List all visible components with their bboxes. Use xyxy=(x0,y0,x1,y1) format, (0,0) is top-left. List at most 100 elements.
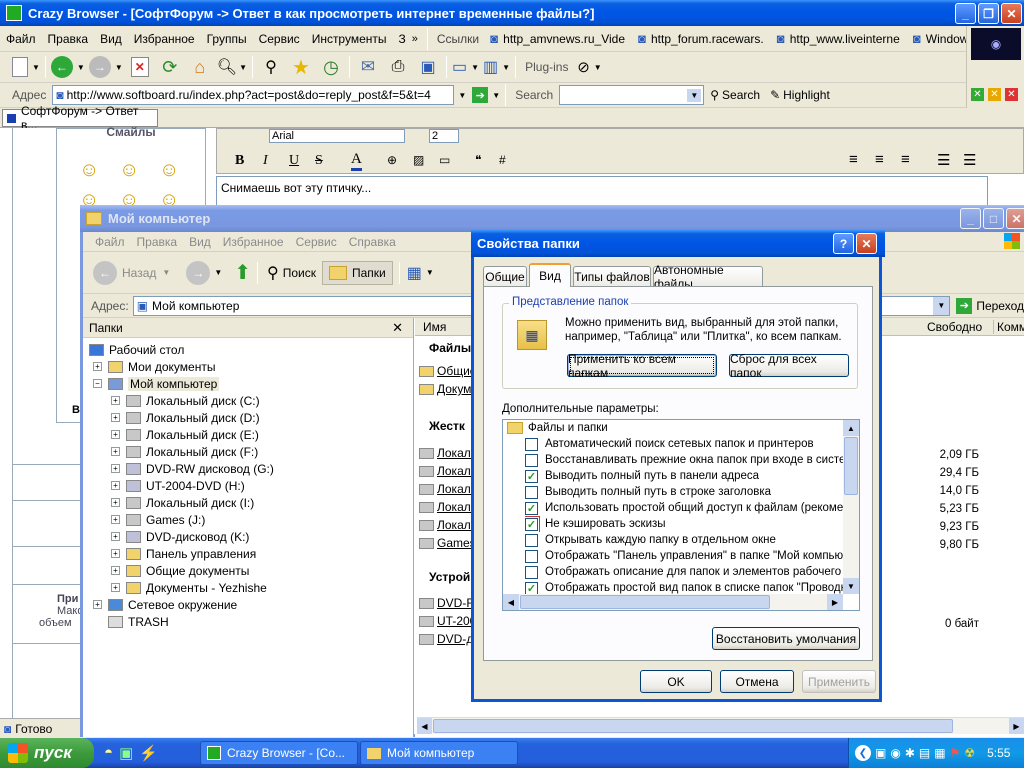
apply-button[interactable]: Применить xyxy=(802,670,876,693)
expand-icon[interactable]: + xyxy=(111,515,120,524)
plugins-button[interactable]: ⊘ ▼ xyxy=(576,54,602,80)
stop-button[interactable]: ✕ xyxy=(127,54,153,80)
reset-all-folders-button[interactable]: Сброс для всех папок xyxy=(729,352,849,380)
close-icon[interactable]: ✕ xyxy=(392,320,403,336)
minimize-button[interactable]: _ xyxy=(955,3,976,24)
list-bullet-icon[interactable]: ☰ xyxy=(963,151,976,169)
checkbox[interactable] xyxy=(525,437,538,451)
tree-item[interactable]: + Локальный диск (I:) xyxy=(111,494,254,511)
help-button[interactable]: ? xyxy=(833,233,854,254)
close-button[interactable]: ✕ xyxy=(1006,208,1024,229)
checkbox[interactable]: ✓ xyxy=(525,516,540,532)
list-item[interactable]: Локаль xyxy=(419,444,477,462)
image-icon[interactable]: ▨ xyxy=(413,153,424,167)
bold-button[interactable]: B xyxy=(235,153,244,169)
search-button[interactable]: ⚲ xyxy=(258,54,284,80)
app-icon[interactable]: ⚡ xyxy=(139,744,158,762)
checkbox[interactable] xyxy=(525,533,538,547)
tree-item[interactable]: + DVD-дисковод (K:) xyxy=(111,528,249,545)
tree-item[interactable]: + Локальный диск (F:) xyxy=(111,443,258,460)
checkbox[interactable]: ✓ xyxy=(525,469,538,483)
cancel-button[interactable]: Отмена xyxy=(720,670,794,693)
ok-button[interactable]: OK xyxy=(640,670,712,693)
code-icon[interactable]: # xyxy=(499,153,506,167)
size-select[interactable]: 2 xyxy=(429,129,459,143)
list-item[interactable]: Локаль xyxy=(419,480,477,498)
underline-button[interactable]: U xyxy=(289,153,299,169)
align-left-icon[interactable]: ≡ xyxy=(849,151,858,168)
expand-icon[interactable]: + xyxy=(93,362,102,371)
option-row[interactable]: Выводить полный путь в строке заголовка xyxy=(525,484,857,500)
menu-file[interactable]: Файл xyxy=(89,235,131,249)
link-4[interactable]: ◙ Windows xyxy=(908,30,975,48)
smiley-icon[interactable]: ☺ xyxy=(159,159,179,182)
chevron-down-icon[interactable]: ▼ xyxy=(933,296,950,315)
vertical-scrollbar[interactable]: ▲ ▼ xyxy=(843,420,859,594)
minimize-button[interactable]: _ xyxy=(960,208,981,229)
zoom-button[interactable]: 🔍︎ ▼ xyxy=(217,54,247,80)
menu-file[interactable]: Файл xyxy=(0,32,42,46)
tree-item[interactable]: − Мой компьютер xyxy=(93,375,220,392)
menu-edit[interactable]: Правка xyxy=(42,32,95,46)
checkbox[interactable]: ✓ xyxy=(525,581,538,595)
new-page-button[interactable]: ▼ xyxy=(12,54,40,80)
list-item[interactable]: Локаль xyxy=(419,462,477,480)
up-button[interactable]: ⬆ xyxy=(234,260,251,285)
menu-help[interactable]: Справка xyxy=(343,235,402,249)
menu-more[interactable]: З xyxy=(393,32,412,46)
list-item[interactable]: Локаль xyxy=(419,516,477,534)
apply-all-folders-button[interactable]: Применить ко всем папкам xyxy=(567,352,717,380)
font-color-button[interactable]: A xyxy=(351,151,362,171)
address-dropdown-icon[interactable]: ▼ xyxy=(458,91,466,100)
option-row[interactable]: ✓ Использовать простой общий доступ к фай… xyxy=(525,500,857,516)
flag-icon[interactable]: ⚑ xyxy=(950,746,961,760)
favorites-button[interactable]: ★ xyxy=(288,54,314,80)
edit-button[interactable]: ▣ xyxy=(415,54,441,80)
horizontal-scrollbar[interactable]: ◀ ▶ xyxy=(503,594,843,610)
menu-tools[interactable]: Инструменты xyxy=(306,32,393,46)
tab-offline-files[interactable]: Автономные файлы xyxy=(653,263,763,291)
highlight-button[interactable]: ✎ Highlight xyxy=(770,88,830,102)
col-comment[interactable]: Комме xyxy=(993,320,1024,334)
tile-button[interactable]: ▥ ▼ xyxy=(483,54,510,80)
expand-icon[interactable]: + xyxy=(111,396,120,405)
link-3[interactable]: ◙ http_www.liveinterne xyxy=(772,30,900,48)
list-item[interactable]: UT-200 xyxy=(419,612,476,630)
font-select[interactable]: Arial xyxy=(269,129,405,143)
tab-general[interactable]: Общие xyxy=(483,266,527,287)
go-button[interactable]: ➔ Переход xyxy=(956,297,1024,314)
tree-item[interactable]: + Общие документы xyxy=(111,562,249,579)
restore-defaults-button[interactable]: Восстановить умолчания xyxy=(712,627,860,650)
forward-button[interactable]: → ▼ xyxy=(186,260,222,285)
option-row[interactable]: Автоматический поиск сетевых папок и при… xyxy=(525,436,857,452)
horizontal-scrollbar[interactable]: ◀ ▶ xyxy=(417,717,1024,734)
expand-icon[interactable]: + xyxy=(111,532,120,541)
refresh-button[interactable]: ⟳ xyxy=(157,54,183,80)
italic-button[interactable]: I xyxy=(263,153,268,169)
quote-icon[interactable]: ❝ xyxy=(475,153,481,167)
tree-item[interactable]: + Локальный диск (E:) xyxy=(111,426,259,443)
list-item[interactable]: Games xyxy=(419,534,476,552)
expand-icon[interactable]: + xyxy=(93,600,102,609)
group-button[interactable]: ▭ ▼ xyxy=(452,54,479,80)
option-row[interactable]: Отображать "Панель управления" в папке "… xyxy=(525,548,857,564)
clock[interactable]: 5:55 xyxy=(987,746,1010,760)
tree-item[interactable]: + Сетевое окружение xyxy=(93,596,237,613)
tray-icon[interactable]: ▦ xyxy=(934,746,945,760)
checkbox[interactable] xyxy=(525,453,538,467)
col-free[interactable]: Свободно xyxy=(927,320,982,334)
chevron-icon[interactable]: » xyxy=(412,33,418,45)
tree-item[interactable]: + Games (J:) xyxy=(111,511,205,528)
start-button[interactable]: пуск xyxy=(0,738,94,768)
tree-item[interactable]: + UT-2004-DVD (H:) xyxy=(111,477,245,494)
expand-icon[interactable]: + xyxy=(111,549,120,558)
rainbow-icon[interactable]: ◓ xyxy=(104,744,113,762)
expand-icon[interactable]: + xyxy=(111,566,120,575)
back-button[interactable]: ← Назад ▼ xyxy=(93,260,170,285)
checkbox[interactable]: ✓ xyxy=(525,501,538,515)
option-row[interactable]: ✓ Не кэшировать эскизы xyxy=(525,516,857,532)
smiley-icon[interactable]: ☺ xyxy=(119,159,139,182)
checkbox[interactable] xyxy=(525,485,538,499)
task-browser[interactable]: Crazy Browser - [Со... xyxy=(200,741,358,765)
expand-icon[interactable]: + xyxy=(111,413,120,422)
